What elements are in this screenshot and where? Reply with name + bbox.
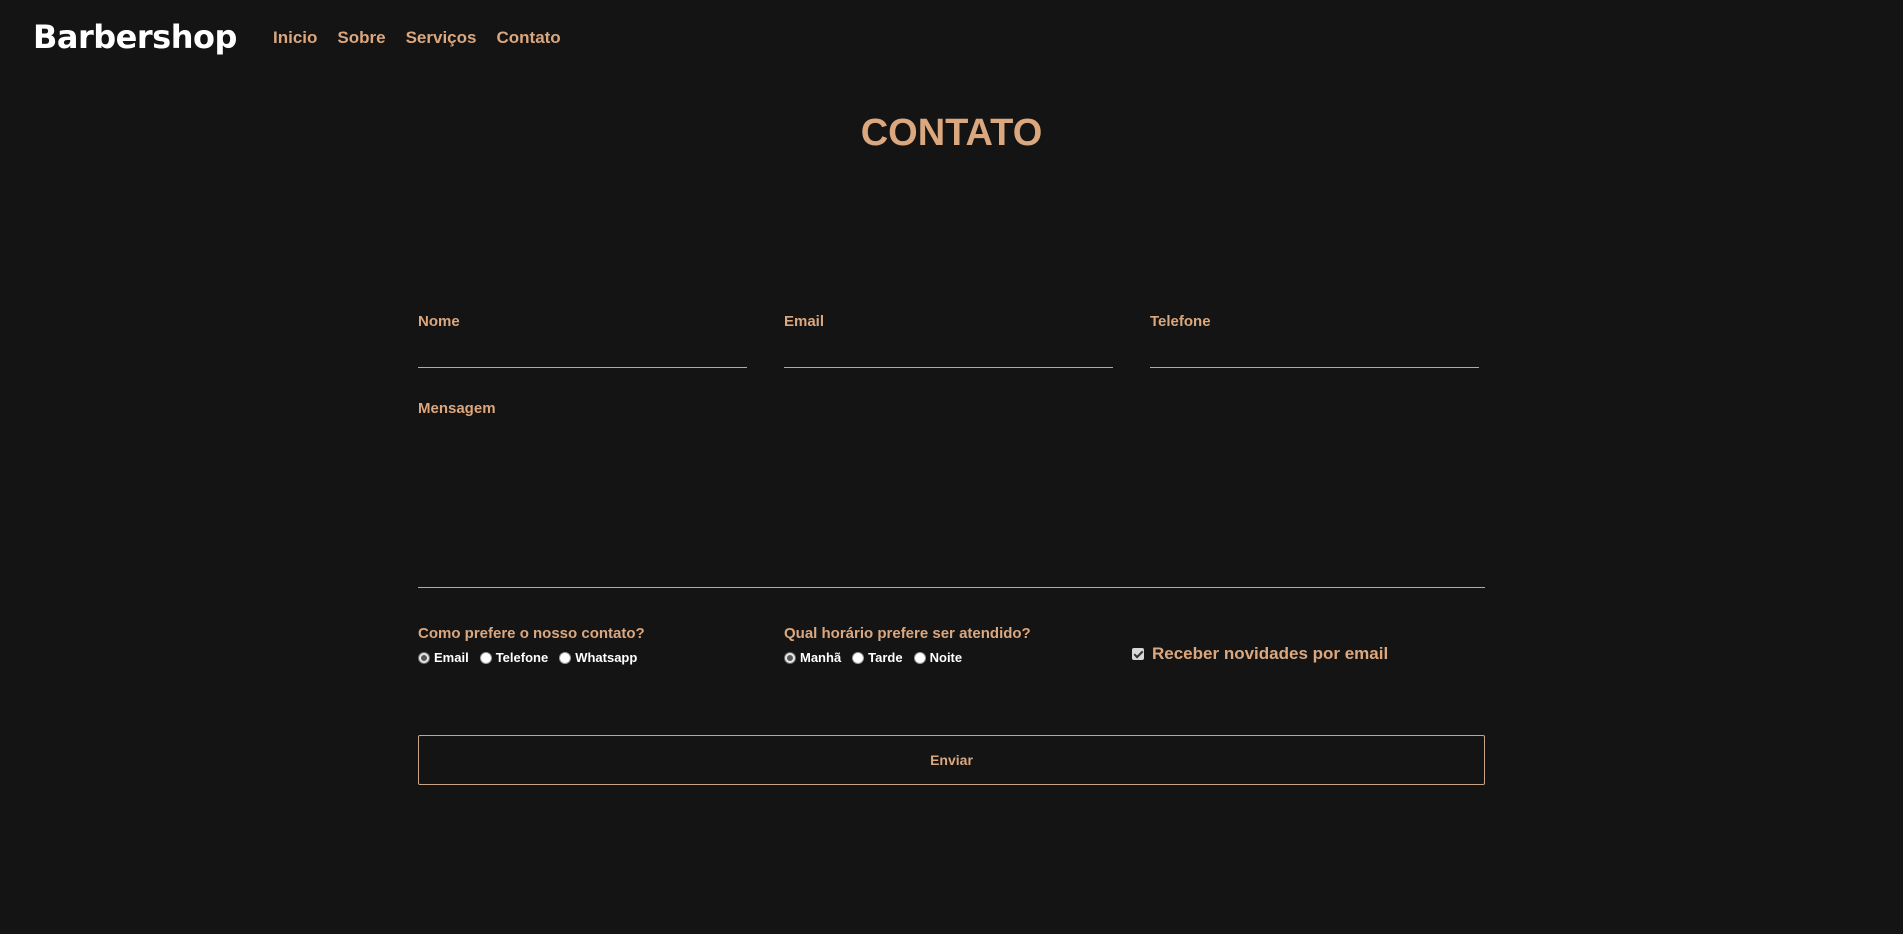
newsletter-group: Receber novidades por email bbox=[1132, 624, 1479, 664]
nome-input[interactable] bbox=[418, 341, 747, 368]
page: Barbershop Inicio Sobre Serviços Contato… bbox=[0, 0, 1903, 934]
radio-time-tarde-circle[interactable] bbox=[852, 651, 865, 664]
newsletter-checkbox-box[interactable] bbox=[1132, 648, 1144, 660]
radio-time-tarde-label: Tarde bbox=[868, 650, 903, 665]
nome-label: Nome bbox=[418, 313, 460, 330]
radio-contact-whatsapp-label: Whatsapp bbox=[575, 650, 638, 665]
field-mensagem: Mensagem bbox=[418, 399, 1485, 588]
page-title: CONTATO bbox=[860, 112, 1043, 154]
telefone-label: Telefone bbox=[1150, 313, 1211, 330]
telefone-input[interactable] bbox=[1150, 341, 1479, 368]
nav-link-sobre[interactable]: Sobre bbox=[337, 26, 385, 50]
radio-contact-telefone[interactable]: Telefone bbox=[479, 650, 549, 665]
radio-contact-telefone-label: Telefone bbox=[495, 650, 549, 665]
contact-pref-question: Como prefere o nosso contato? bbox=[418, 625, 645, 642]
radio-time-noite[interactable]: Noite bbox=[913, 650, 963, 665]
mensagem-textarea[interactable] bbox=[418, 429, 1485, 588]
radio-contact-telefone-circle[interactable] bbox=[479, 651, 492, 664]
main-nav: Inicio Sobre Serviços Contato bbox=[273, 26, 561, 50]
contact-pref-radios: Email Telefone Whatsapp bbox=[418, 650, 747, 665]
radio-time-tarde[interactable]: Tarde bbox=[852, 650, 903, 665]
radio-time-manha[interactable]: Manhã bbox=[784, 650, 841, 665]
radio-time-manha-circle[interactable] bbox=[784, 651, 796, 664]
field-email: Email bbox=[784, 312, 1113, 368]
mensagem-label: Mensagem bbox=[418, 400, 496, 417]
brand-logo[interactable]: Barbershop bbox=[33, 14, 237, 60]
radio-contact-email-label: Email bbox=[434, 650, 469, 665]
radio-time-noite-circle[interactable] bbox=[913, 651, 926, 664]
submit-button[interactable]: Enviar bbox=[418, 735, 1485, 785]
time-pref-group: Qual horário prefere ser atendido? Manhã… bbox=[784, 624, 1113, 665]
contact-pref-group: Como prefere o nosso contato? Email Tele… bbox=[418, 624, 747, 665]
email-label: Email bbox=[784, 313, 825, 330]
radio-contact-email[interactable]: Email bbox=[418, 650, 469, 665]
nav-link-inicio[interactable]: Inicio bbox=[273, 26, 317, 50]
radio-time-noite-label: Noite bbox=[929, 650, 963, 665]
contact-form: Nome Email Telefone Mensagem Como prefer… bbox=[418, 312, 1485, 785]
time-pref-question: Qual horário prefere ser atendido? bbox=[784, 625, 1031, 642]
radio-contact-email-circle[interactable] bbox=[418, 651, 430, 664]
preferences-row: Como prefere o nosso contato? Email Tele… bbox=[418, 624, 1485, 665]
radio-contact-whatsapp[interactable]: Whatsapp bbox=[559, 650, 637, 665]
field-telefone: Telefone bbox=[1150, 312, 1479, 368]
contact-fields-row: Nome Email Telefone bbox=[418, 312, 1485, 368]
nav-link-contato[interactable]: Contato bbox=[496, 26, 560, 50]
newsletter-label: Receber novidades por email bbox=[1152, 644, 1389, 663]
time-pref-radios: Manhã Tarde Noite bbox=[784, 650, 1113, 665]
radio-contact-whatsapp-circle[interactable] bbox=[559, 651, 572, 664]
field-nome: Nome bbox=[418, 312, 747, 368]
email-input[interactable] bbox=[784, 341, 1113, 368]
nav-link-servicos[interactable]: Serviços bbox=[406, 26, 477, 50]
newsletter-checkbox[interactable]: Receber novidades por email bbox=[1132, 644, 1479, 664]
radio-time-manha-label: Manhã bbox=[800, 650, 842, 665]
